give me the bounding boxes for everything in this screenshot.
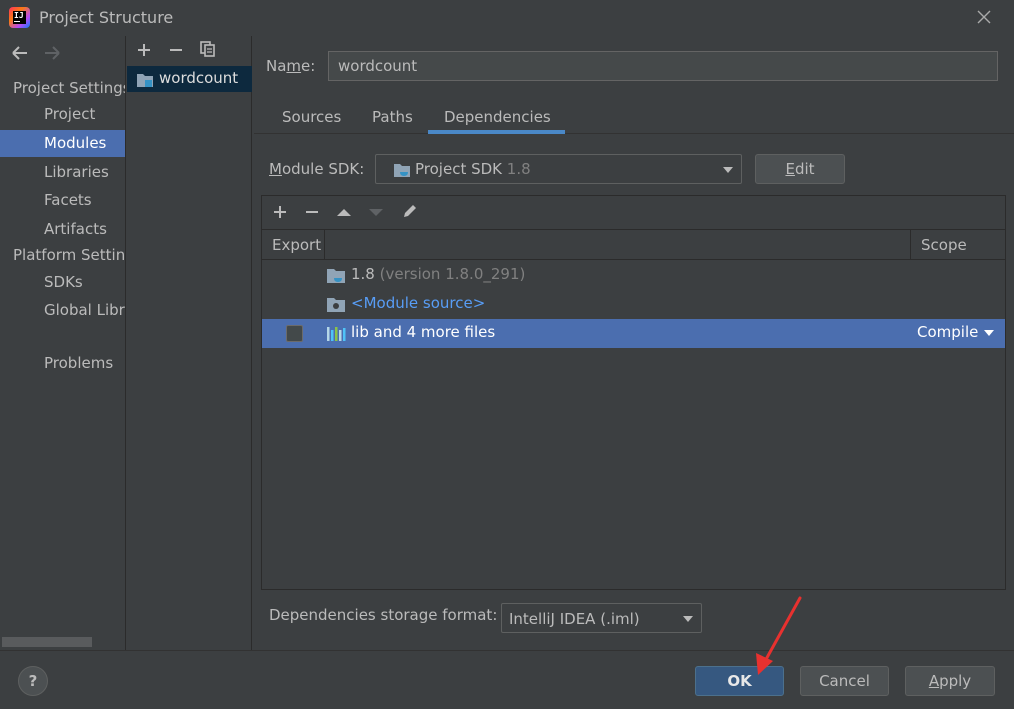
close-icon[interactable] [974,7,994,27]
intellij-logo-icon: IJ [9,7,30,28]
sdk-folder-icon [394,164,410,177]
sidebar-item-problems[interactable]: Problems [0,350,125,377]
sidebar-item-sdks[interactable]: SDKs [0,269,125,296]
column-header-scope[interactable]: Scope [921,236,967,254]
storage-format-label: Dependencies storage format: [269,606,498,624]
arrow-left-icon[interactable] [10,44,30,62]
help-button[interactable]: ? [18,666,48,696]
module-item-label: wordcount [159,69,239,87]
module-folder-icon [137,74,153,87]
add-icon[interactable] [135,41,153,59]
remove-icon[interactable] [167,41,185,59]
sidebar-item-artifacts[interactable]: Artifacts [0,216,125,243]
dependency-name: 1.8 [351,265,375,283]
apply-button[interactable]: Apply [905,666,995,696]
name-label: Name: [266,57,316,75]
add-icon[interactable] [271,203,289,221]
scope-dropdown[interactable]: Compile [917,323,978,341]
platform-settings-header: Platform Settings [13,246,126,264]
sidebar-item-libraries[interactable]: Libraries [0,159,125,186]
module-sdk-dropdown[interactable]: Project SDK 1.8 [375,154,742,184]
dialog-button-bar: ? OK Cancel Apply [0,650,1014,709]
chevron-down-icon [723,167,733,173]
module-source-icon [327,298,345,312]
title-bar: IJ Project Structure [0,0,1014,36]
table-row[interactable]: <Module source> [262,290,1005,319]
column-divider[interactable] [910,230,911,260]
table-row[interactable]: lib and 4 more files Compile [262,319,1005,348]
move-up-icon[interactable] [335,203,353,221]
module-list-panel: wordcount [127,36,252,650]
sidebar-item-facets[interactable]: Facets [0,187,125,214]
sidebar-item-modules[interactable]: Modules [0,130,125,157]
window-title: Project Structure [39,8,174,27]
storage-format-dropdown[interactable]: IntelliJ IDEA (.iml) [501,603,702,633]
module-tabs: Sources Paths Dependencies [254,100,1014,134]
dependencies-table: Export Scope 1.8 (version 1.8.0_291) <Mo… [262,229,1005,589]
dependency-detail: (version 1.8.0_291) [379,265,526,283]
chevron-down-icon [683,616,693,622]
sidebar-item-project[interactable]: Project [0,101,125,128]
project-settings-header: Project Settings [13,79,126,97]
jdk-folder-icon [327,269,345,283]
table-header: Export Scope [262,230,1005,260]
sidebar-item-global-libraries[interactable]: Global Libraries [0,297,125,324]
chevron-down-icon[interactable] [984,330,994,336]
edit-sdk-button[interactable]: Edit [755,154,845,184]
table-row[interactable]: 1.8 (version 1.8.0_291) [262,261,1005,290]
column-divider[interactable] [324,230,325,260]
copy-icon[interactable] [199,40,217,58]
horizontal-scrollbar[interactable] [2,637,92,647]
tab-sources[interactable]: Sources [282,108,341,134]
module-name-input[interactable]: wordcount [328,51,998,81]
sdk-version: 1.8 [506,160,531,178]
dependencies-panel: Export Scope 1.8 (version 1.8.0_291) <Mo… [261,195,1006,590]
library-icon [327,327,346,341]
storage-format-value: IntelliJ IDEA (.iml) [509,610,640,628]
settings-sidebar: Project Settings Project Modules Librari… [0,36,126,650]
module-list-item[interactable]: wordcount [127,66,252,92]
edit-icon[interactable] [401,202,419,220]
cancel-button[interactable]: Cancel [800,666,889,696]
tab-paths[interactable]: Paths [372,108,413,134]
dependency-name: <Module source> [351,294,486,312]
ok-button[interactable]: OK [695,666,784,696]
remove-icon[interactable] [303,203,321,221]
active-tab-indicator [428,130,565,134]
dependency-name: lib and 4 more files [351,323,496,341]
export-checkbox[interactable] [286,325,303,342]
column-header-export[interactable]: Export [272,236,321,254]
dependencies-toolbar [262,196,1005,229]
module-sdk-label: Module SDK: [269,160,365,178]
sdk-value: Project SDK [415,160,502,178]
arrow-right-icon[interactable] [42,44,62,62]
move-down-icon[interactable] [367,203,385,221]
